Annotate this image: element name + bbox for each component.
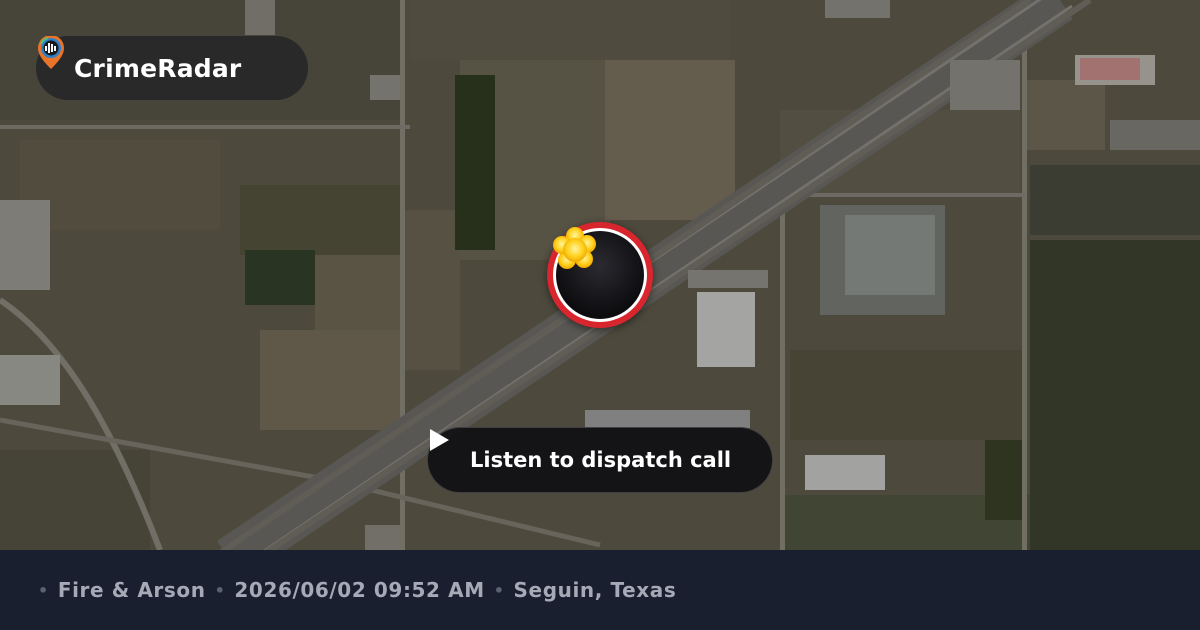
play-icon [430,429,449,451]
separator-dot: • [214,580,226,600]
brand-badge[interactable]: CrimeRadar [36,36,308,100]
incident-marker[interactable] [547,222,653,328]
separator-dot: • [38,580,49,600]
separator-dot: • [493,580,505,600]
brand-name: CrimeRadar [74,53,242,83]
listen-dispatch-button[interactable]: Listen to dispatch call [427,427,773,493]
marker-ring [553,227,647,322]
listen-dispatch-label: Listen to dispatch call [470,448,732,472]
fire-burst-icon [553,227,596,269]
incident-category: Fire & Arson [57,578,206,602]
radar-pin-icon [38,36,64,69]
incident-info-bar: • Fire & Arson • 2026/06/02 09:52 AM • S… [0,550,1200,630]
satellite-map[interactable]: CrimeRadar Listen to dispatch call [0,0,1200,550]
marker-core [553,227,644,319]
incident-datetime: 2026/06/02 09:52 AM [234,578,485,602]
incident-location: Seguin, Texas [513,578,677,602]
